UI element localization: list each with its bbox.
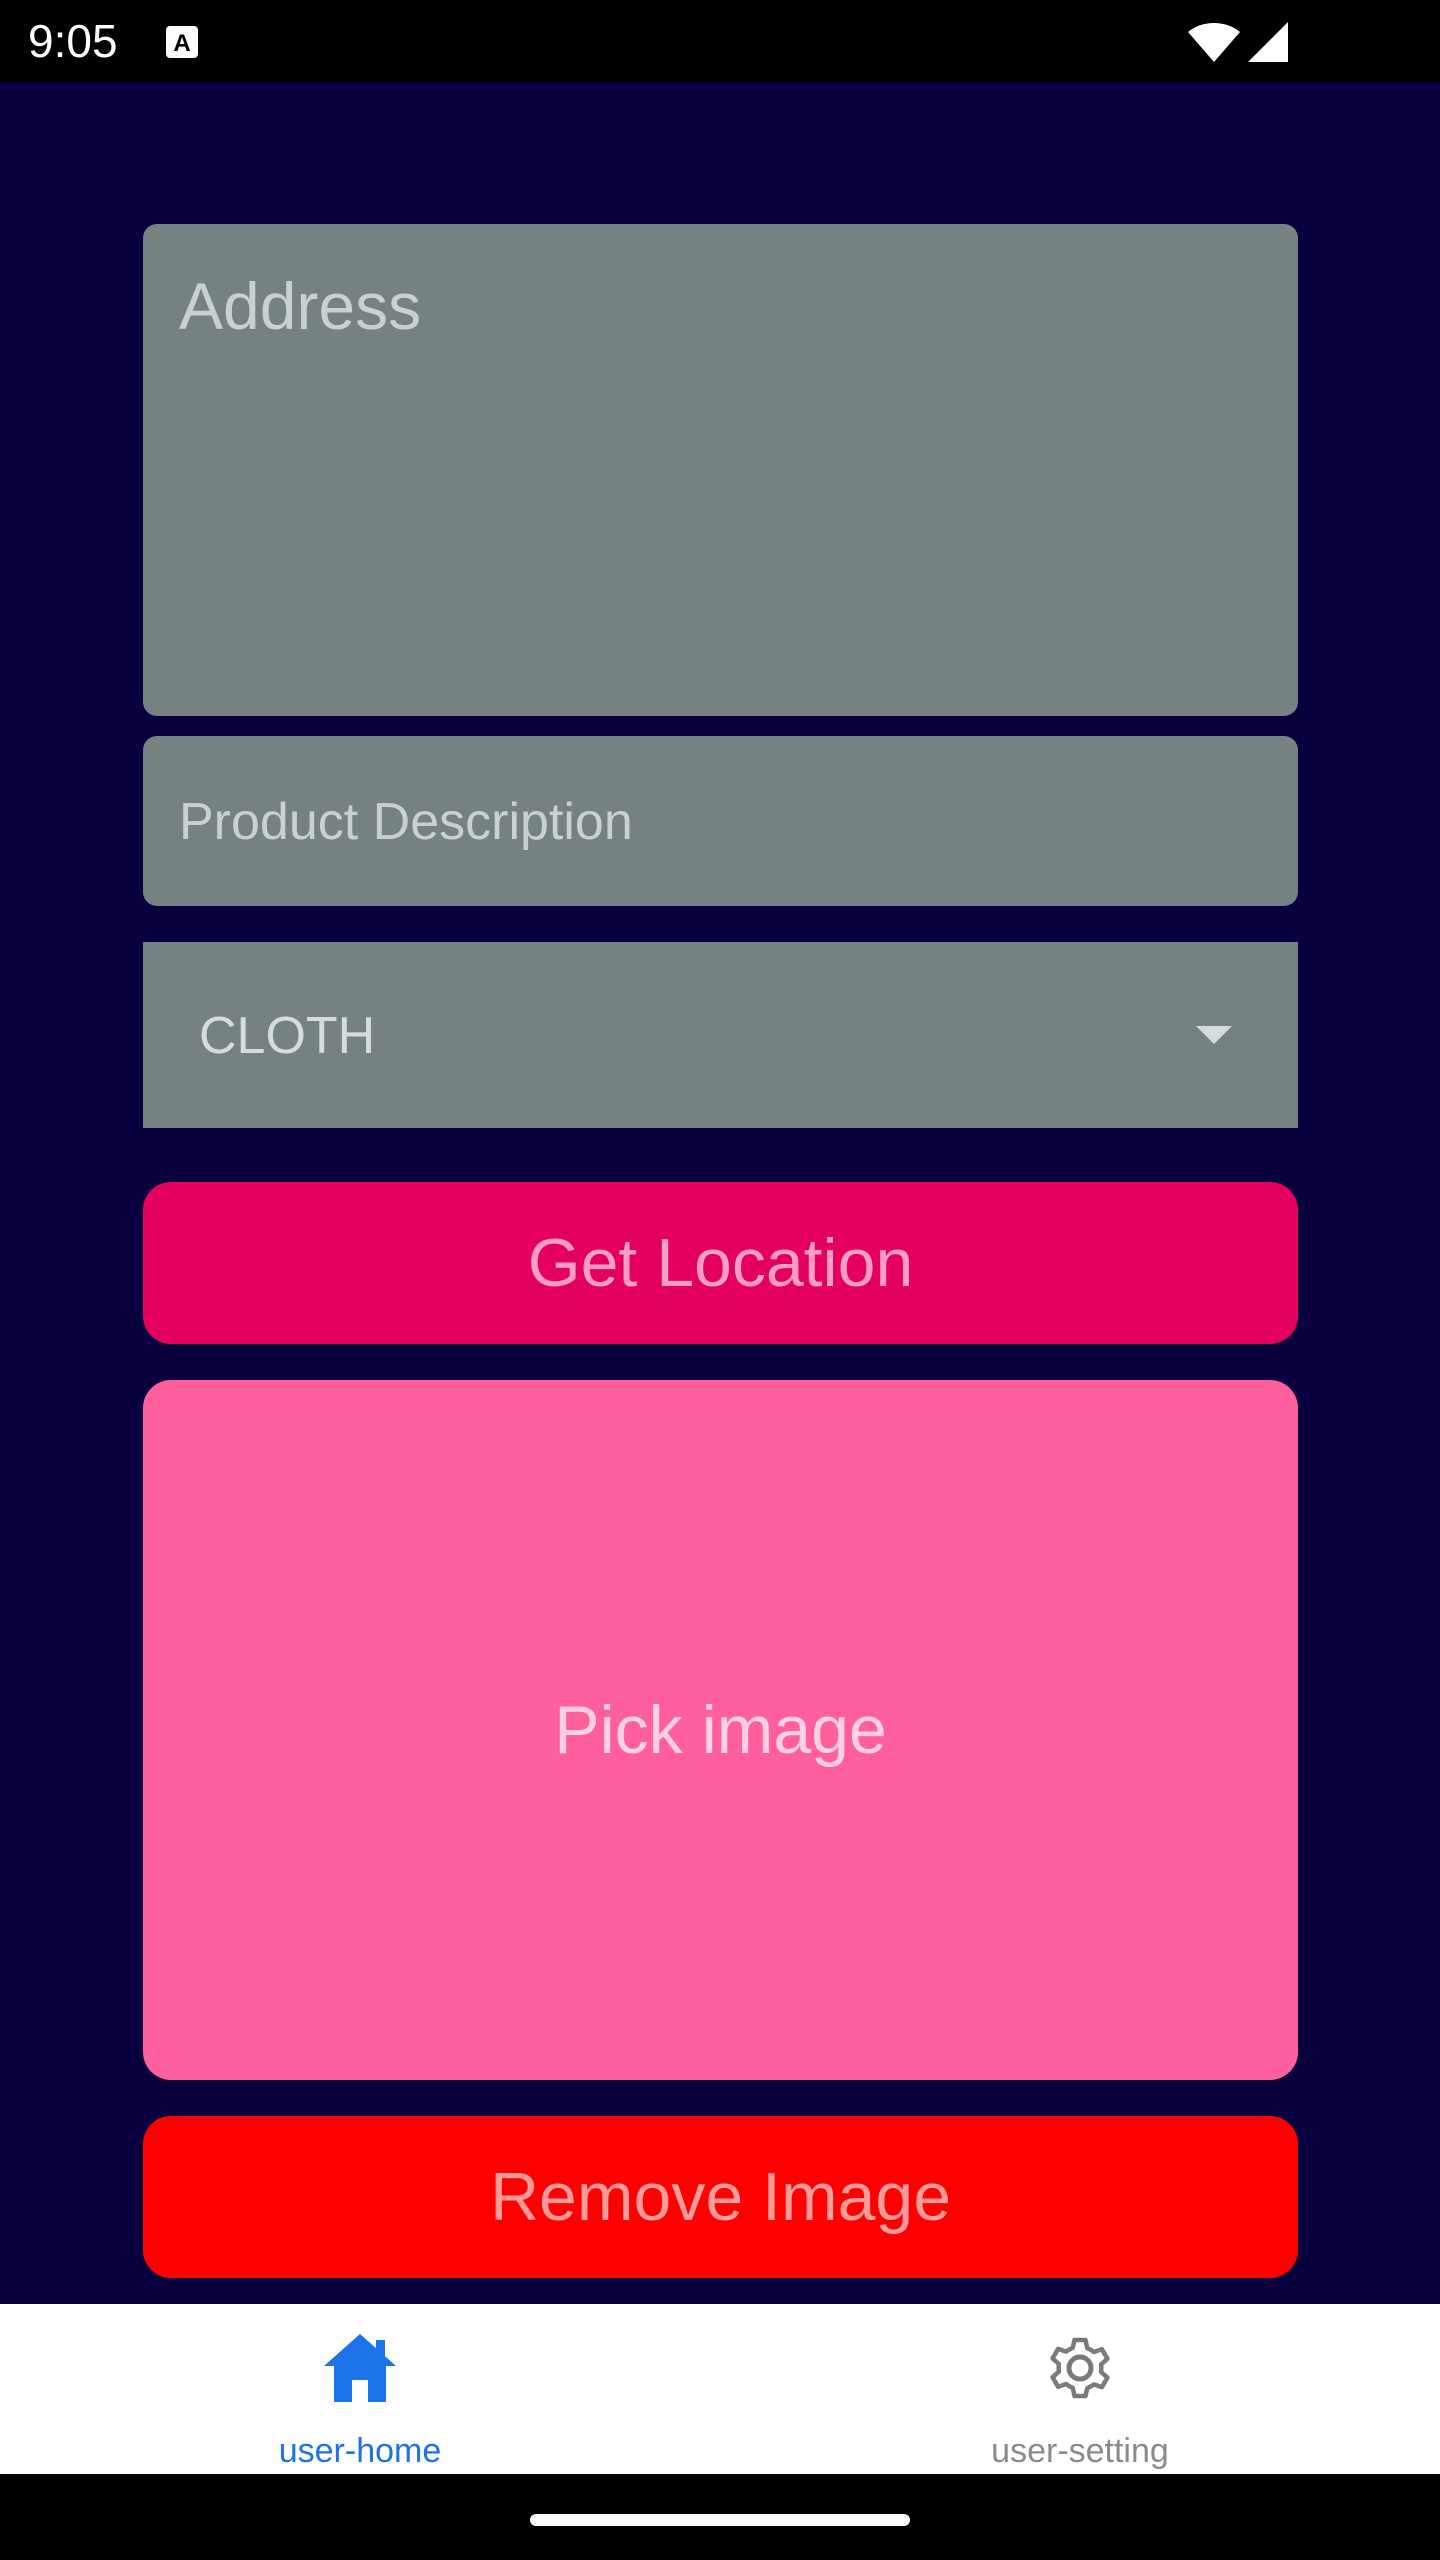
chevron-down-icon — [1196, 1026, 1232, 1044]
pick-image-button[interactable]: Pick image — [143, 1380, 1298, 2080]
nav-item-user-home[interactable]: user-home — [0, 2304, 720, 2474]
home-icon — [324, 2334, 396, 2402]
wifi-icon — [1188, 23, 1240, 62]
app-screen: 9:05 A Address Product Description CLOTH… — [0, 0, 1440, 2560]
svg-text:A: A — [173, 30, 190, 57]
home-gesture-handle[interactable] — [530, 2514, 910, 2526]
status-bar: 9:05 A — [0, 0, 1440, 82]
nav-item-user-setting[interactable]: user-setting — [720, 2304, 1440, 2474]
remove-image-label: Remove Image — [489, 2159, 952, 2235]
cell-signal-icon — [1248, 22, 1288, 62]
pick-image-label: Pick image — [554, 1692, 887, 1768]
category-selected-value: CLOTH — [199, 1007, 376, 1065]
product-description-field[interactable]: Product Description — [143, 736, 1298, 906]
main-content: Address Product Description CLOTH Get Lo… — [0, 82, 1440, 2304]
nav-label-user-home: user-home — [278, 2432, 442, 2470]
address-placeholder: Address — [179, 269, 422, 343]
nav-label-user-setting: user-setting — [991, 2432, 1169, 2470]
address-field[interactable]: Address — [143, 224, 1298, 716]
status-time: 9:05 — [28, 15, 118, 67]
remove-image-button[interactable]: Remove Image — [143, 2116, 1298, 2278]
product-description-placeholder: Product Description — [179, 793, 633, 851]
gear-icon — [1050, 2337, 1110, 2399]
a-notification-icon: A — [166, 26, 198, 58]
get-location-label: Get Location — [527, 1225, 914, 1301]
get-location-button[interactable]: Get Location — [143, 1182, 1298, 1344]
category-dropdown[interactable]: CLOTH — [143, 942, 1298, 1128]
bottom-navigation: user-home user-setting — [0, 2304, 1440, 2474]
gesture-navigation-bar — [0, 2474, 1440, 2560]
